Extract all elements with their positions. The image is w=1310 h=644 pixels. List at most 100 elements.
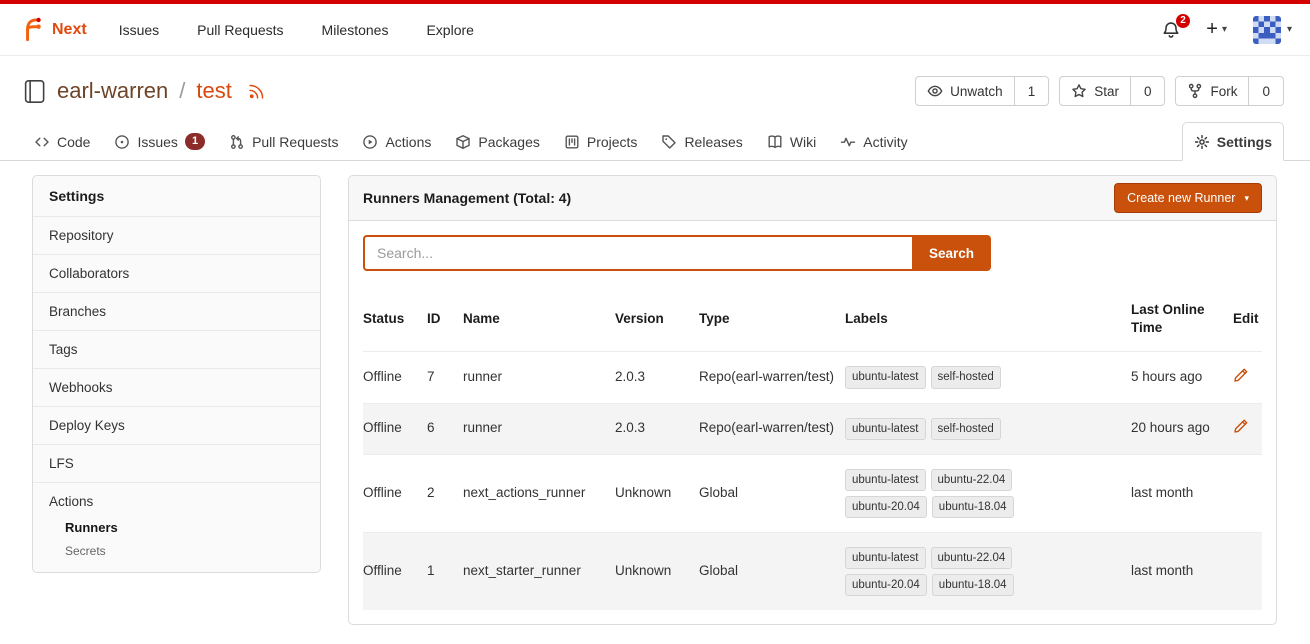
- edit-runner-button[interactable]: [1233, 367, 1249, 383]
- runner-row: Offline6runner2.0.3Repo(earl-warren/test…: [363, 403, 1262, 454]
- runner-version: 2.0.3: [615, 352, 699, 403]
- runner-version: 2.0.3: [615, 403, 699, 454]
- runner-label-chip: ubuntu-22.04: [931, 547, 1013, 569]
- runner-name: runner: [463, 403, 615, 454]
- tab-releases[interactable]: Releases: [649, 122, 754, 161]
- sidebar-item-tags[interactable]: Tags: [33, 330, 320, 368]
- unwatch-button[interactable]: Unwatch: [915, 76, 1015, 106]
- runner-status: Offline: [363, 403, 427, 454]
- sidebar-item-webhooks[interactable]: Webhooks: [33, 368, 320, 406]
- runner-type: Global: [699, 454, 845, 532]
- repo-name-link[interactable]: test: [196, 78, 231, 104]
- navbar: Next Issues Pull Requests Milestones Explor…: [0, 4, 1310, 56]
- tab-label: Releases: [684, 134, 742, 150]
- runner-label-chip: self-hosted: [931, 418, 1001, 440]
- user-menu-button[interactable]: ▾: [1253, 16, 1292, 44]
- sidebar-item-lfs[interactable]: LFS: [33, 444, 320, 482]
- sidebar-item-repository[interactable]: Repository: [33, 216, 320, 254]
- settings-menu-title: Settings: [33, 176, 320, 216]
- repo-action-star: Star 0: [1059, 76, 1165, 106]
- runners-table-header-row: StatusIDNameVersionTypeLabelsLast Online…: [363, 287, 1262, 352]
- runner-type: Global: [699, 532, 845, 610]
- runner-label-chip: ubuntu-latest: [845, 418, 926, 440]
- chevron-down-icon: ▾: [1287, 25, 1292, 35]
- tab-label: Settings: [1217, 134, 1272, 150]
- repo-owner-link[interactable]: earl-warren: [57, 78, 168, 104]
- issue-icon: [114, 134, 130, 150]
- wiki-icon: [767, 134, 783, 150]
- runner-name: runner: [463, 352, 615, 403]
- runner-label-list: ubuntu-latestubuntu-22.04ubuntu-20.04ubu…: [845, 547, 1051, 596]
- sidebar-item-branches[interactable]: Branches: [33, 292, 320, 330]
- runner-label-chip: ubuntu-latest: [845, 547, 926, 569]
- runners-table: StatusIDNameVersionTypeLabelsLast Online…: [363, 287, 1262, 610]
- runner-edit-cell: [1233, 403, 1262, 454]
- sidebar-item-actions[interactable]: Actions Runners Secrets: [33, 482, 320, 572]
- column-header-id: ID: [427, 287, 463, 352]
- search-button[interactable]: Search: [912, 235, 991, 271]
- runner-last-online: 20 hours ago: [1131, 403, 1233, 454]
- star-button[interactable]: Star: [1059, 76, 1131, 106]
- page-title: Runners Management (Total: 4): [363, 190, 571, 206]
- runner-label-chip: ubuntu-22.04: [931, 469, 1013, 491]
- column-header-version: Version: [615, 287, 699, 352]
- navbar-link-explore[interactable]: Explore: [426, 22, 473, 38]
- runner-last-online: last month: [1131, 532, 1233, 610]
- repo-action-unwatch: Unwatch1: [915, 76, 1049, 106]
- navbar-link-milestones[interactable]: Milestones: [322, 22, 389, 38]
- fork-count[interactable]: 0: [1249, 76, 1284, 106]
- sidebar-item-label: LFS: [49, 456, 74, 471]
- notifications-button[interactable]: 2: [1162, 21, 1180, 39]
- star-label: Star: [1094, 84, 1119, 99]
- create-menu-button[interactable]: + ▾: [1206, 18, 1227, 41]
- runner-label-chip: self-hosted: [931, 366, 1001, 388]
- unwatch-count[interactable]: 1: [1015, 76, 1050, 106]
- tab-code[interactable]: Code: [22, 122, 102, 161]
- create-runner-button[interactable]: Create new Runner ▾: [1114, 183, 1262, 213]
- sidebar-subitem-runners[interactable]: Runners: [65, 520, 304, 535]
- runner-labels-cell: ubuntu-latestubuntu-22.04ubuntu-20.04ubu…: [845, 532, 1131, 610]
- navbar-link-issues[interactable]: Issues: [119, 22, 159, 38]
- sidebar-item-label: Repository: [49, 228, 114, 243]
- gear-icon: [1194, 134, 1210, 150]
- runner-labels-cell: ubuntu-latestself-hosted: [845, 352, 1131, 403]
- runner-label-list: ubuntu-latestself-hosted: [845, 366, 1051, 388]
- eye-icon: [927, 83, 943, 99]
- repo-icon: [20, 78, 47, 105]
- tab-settings[interactable]: Settings: [1182, 122, 1284, 161]
- runner-status: Offline: [363, 352, 427, 403]
- tab-label: Issues: [137, 134, 177, 150]
- tab-label: Actions: [385, 134, 431, 150]
- runner-id: 6: [427, 403, 463, 454]
- sidebar-item-label: Collaborators: [49, 266, 129, 281]
- tab-wiki[interactable]: Wiki: [755, 122, 828, 161]
- fork-icon: [1187, 83, 1203, 99]
- star-count[interactable]: 0: [1131, 76, 1166, 106]
- home-link[interactable]: Next: [18, 16, 87, 43]
- sidebar-item-label: Actions: [49, 494, 93, 509]
- sidebar-item-collaborators[interactable]: Collaborators: [33, 254, 320, 292]
- tab-label: Code: [57, 134, 90, 150]
- navbar-link-pull-requests[interactable]: Pull Requests: [197, 22, 283, 38]
- tab-pull-requests[interactable]: Pull Requests: [217, 122, 350, 161]
- column-header-status: Status: [363, 287, 427, 352]
- sidebar-item-label: Tags: [49, 342, 78, 357]
- tab-projects[interactable]: Projects: [552, 122, 650, 161]
- runner-label-list: ubuntu-latestself-hosted: [845, 418, 1051, 440]
- package-icon: [455, 134, 471, 150]
- tab-actions[interactable]: Actions: [350, 122, 443, 161]
- runner-id: 2: [427, 454, 463, 532]
- edit-runner-button[interactable]: [1233, 418, 1249, 434]
- sidebar-item-deploy-keys[interactable]: Deploy Keys: [33, 406, 320, 444]
- runner-label-list: ubuntu-latestubuntu-22.04ubuntu-20.04ubu…: [845, 469, 1051, 518]
- search-input[interactable]: [363, 235, 912, 271]
- tab-issues[interactable]: Issues1: [102, 122, 217, 161]
- sidebar-subitem-secrets[interactable]: Secrets: [65, 544, 304, 558]
- runners-panel: Runners Management (Total: 4) Create new…: [348, 175, 1277, 625]
- runner-labels-cell: ubuntu-latestself-hosted: [845, 403, 1131, 454]
- rss-feed-icon[interactable]: [248, 83, 265, 100]
- tab-activity[interactable]: Activity: [828, 122, 919, 161]
- fork-button[interactable]: Fork: [1175, 76, 1249, 106]
- runner-label-chip: ubuntu-20.04: [845, 574, 927, 596]
- tab-packages[interactable]: Packages: [443, 122, 551, 161]
